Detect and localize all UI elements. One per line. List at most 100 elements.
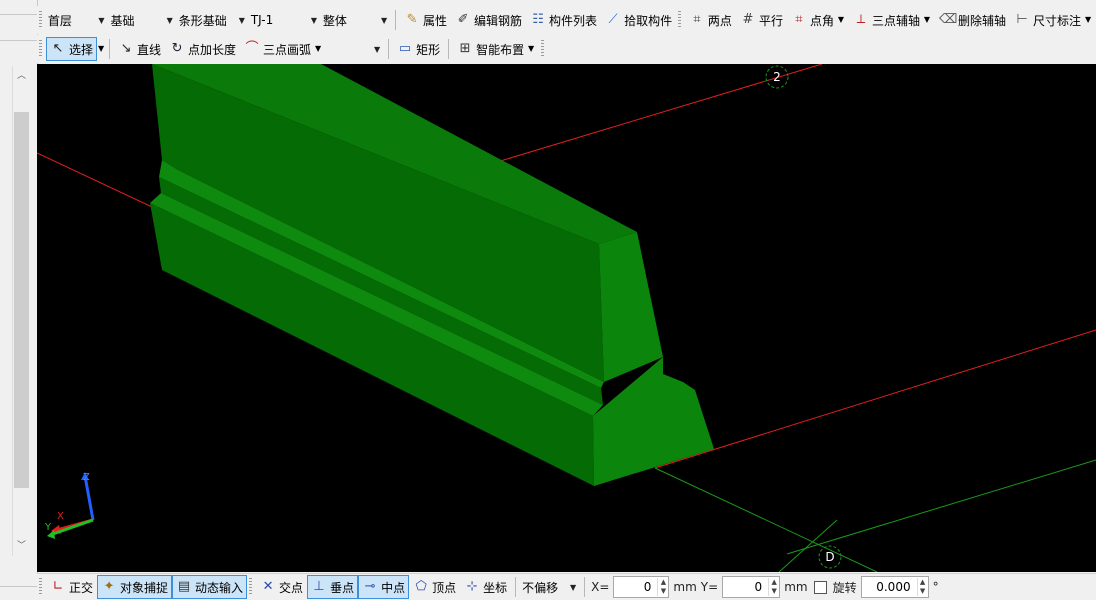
category-value: 基础: [110, 13, 135, 28]
select-button[interactable]: ↖ 选择: [46, 37, 98, 61]
smart-layout-button[interactable]: ⊞ 智能布置 ▼: [453, 37, 539, 61]
component-select[interactable]: TJ-1 ▼: [249, 10, 321, 30]
toolbar-grip[interactable]: [249, 578, 253, 596]
y-offset-input[interactable]: 0 ▲ ▼: [722, 576, 781, 598]
spinner-icon[interactable]: ▲ ▼: [768, 578, 779, 596]
spinner-icon[interactable]: ▲ ▼: [657, 578, 668, 596]
object-snap-button[interactable]: ✦ 对象捕捉: [97, 575, 173, 599]
chevron-down-icon[interactable]: ▼: [97, 41, 105, 57]
vertex-label: 顶点: [432, 580, 457, 595]
cursor-icon: ↖: [52, 41, 64, 56]
red-grid-line: [37, 152, 168, 215]
x-offset-input[interactable]: 0 ▲ ▼: [613, 576, 670, 598]
x-label: X=: [591, 580, 610, 594]
left-panel: ︿ ﹀: [0, 0, 38, 599]
list-icon: ☷: [532, 12, 544, 27]
y-axis-label: Y: [44, 522, 52, 533]
viewport-canvas[interactable]: 2 D Z X Y: [37, 64, 1096, 572]
chevron-down-icon: ▼: [923, 15, 931, 24]
dimension-button[interactable]: ⊢ 尺寸标注 ▼: [1010, 8, 1096, 32]
three-point-axis-label: 三点辅轴: [871, 13, 920, 28]
toolbar-separator: [388, 39, 390, 59]
dimension-label: 尺寸标注: [1033, 13, 1082, 28]
two-points-button[interactable]: ⌗ 两点: [685, 8, 736, 32]
chevron-down-icon: ▼: [373, 44, 381, 54]
chevron-down-icon: ▼: [166, 15, 173, 25]
parallel-button[interactable]: # 平行: [736, 8, 787, 32]
line-button[interactable]: ↘ 直线: [114, 37, 165, 61]
midpoint-snap-button[interactable]: ⊸ 中点: [358, 575, 410, 599]
rotate-value: 0.000: [876, 580, 911, 594]
point-angle-icon: ⌗: [795, 12, 803, 27]
ortho-label: 正交: [69, 580, 94, 595]
rectangle-button[interactable]: ▭ 矩形: [393, 37, 444, 61]
two-points-axis-icon: ⌗: [693, 12, 701, 27]
eyedropper-icon: ⟋: [608, 12, 618, 27]
coordinate-icon: ⊹: [466, 579, 478, 594]
arc-option-select[interactable]: ▼: [326, 39, 384, 59]
delete-axis-label: 删除辅轴: [957, 13, 1006, 28]
properties-button[interactable]: ✎ 属性: [400, 8, 451, 32]
edit-rebar-button[interactable]: ✐ 编辑钢筋: [451, 8, 526, 32]
y-unit: mm: [784, 580, 808, 594]
parallel-axis-icon: #: [742, 12, 754, 27]
properties-label: 属性: [423, 13, 448, 28]
panel-scrollbar[interactable]: ︿ ﹀: [12, 66, 30, 556]
toolbar-grip[interactable]: [39, 578, 42, 596]
scroll-up-icon[interactable]: ︿: [14, 68, 29, 84]
eraser-icon: ⌫: [938, 12, 958, 27]
green-grid-line: [654, 467, 878, 572]
floor-value: 首层: [47, 13, 72, 28]
grid-label-2: 2: [773, 70, 781, 84]
toolbar-grip[interactable]: [39, 40, 42, 58]
edit-rebar-label: 编辑钢筋: [474, 13, 523, 28]
point-angle-button[interactable]: ⌗ 点角 ▼: [787, 8, 849, 32]
dynamic-input-button[interactable]: ▤ 动态输入: [172, 575, 248, 599]
three-point-axis-button[interactable]: ⟂ 三点辅轴 ▼: [849, 8, 935, 32]
three-point-arc-button[interactable]: ⌒ 三点画弧 ▼: [240, 37, 326, 61]
chevron-down-icon: ▼: [1084, 15, 1092, 24]
point-length-icon: ↻: [171, 41, 183, 56]
panel-divider: [0, 14, 37, 15]
rotate-checkbox[interactable]: [813, 580, 827, 594]
perpendicular-snap-button[interactable]: ⊥ 垂点: [307, 575, 359, 599]
3d-viewport[interactable]: 2 D Z X Y: [37, 64, 1096, 572]
intersection-label: 交点: [279, 580, 304, 595]
ortho-icon: ∟: [52, 579, 64, 594]
pick-component-button[interactable]: ⟋ 拾取构件: [601, 8, 676, 32]
three-point-arc-label: 三点画弧: [263, 42, 312, 57]
scroll-down-icon[interactable]: ﹀: [14, 538, 29, 554]
arc-icon: ⌒: [245, 41, 259, 56]
component-list-button[interactable]: ☷ 构件列表: [526, 8, 601, 32]
floor-select[interactable]: 首层 ▼: [46, 10, 109, 30]
parallel-label: 平行: [758, 13, 783, 28]
toolbar-separator: [395, 10, 397, 30]
draw-toolbar: ↖ 选择 ▼ ↘ 直线 ↻ 点加长度 ⌒ 三点画弧 ▼ ▼ ▭ 矩形 ⊞ 智能布置 ▼: [37, 35, 1096, 63]
toolbar-grip[interactable]: [678, 11, 681, 29]
chevron-down-icon: ▼: [380, 15, 388, 25]
snap-icon: ✦: [103, 579, 115, 594]
point-length-button[interactable]: ↻ 点加长度: [165, 37, 240, 61]
component-list-label: 构件列表: [549, 13, 598, 28]
object-snap-label: 对象捕捉: [120, 580, 169, 595]
vertex-snap-button[interactable]: ⬠ 顶点: [409, 575, 460, 599]
intersection-snap-button[interactable]: ✕ 交点: [256, 575, 307, 599]
component-type-select[interactable]: 条形基础 ▼: [177, 10, 249, 30]
component-type-value: 条形基础: [178, 13, 227, 28]
delete-axis-button[interactable]: ⌫ 删除辅轴: [935, 8, 1010, 32]
toolbar-separator: [515, 577, 517, 597]
smart-layout-icon: ⊞: [459, 41, 471, 56]
rotate-input[interactable]: 0.000 ▲ ▼: [860, 576, 929, 598]
dynamic-input-label: 动态输入: [195, 580, 244, 595]
coordinate-snap-button[interactable]: ⊹ 坐标: [460, 575, 511, 599]
ortho-button[interactable]: ∟ 正交: [46, 575, 97, 599]
offset-mode-select[interactable]: 不偏移 ▼: [520, 577, 580, 597]
panel-divider: [0, 586, 37, 587]
toolbar-grip[interactable]: [541, 40, 545, 58]
scroll-thumb[interactable]: [14, 112, 29, 488]
spinner-icon[interactable]: ▲ ▼: [916, 578, 928, 596]
properties-icon: ✎: [406, 12, 418, 27]
toolbar-grip[interactable]: [39, 11, 42, 29]
category-select[interactable]: 基础 ▼: [108, 10, 176, 30]
mode-select[interactable]: 整体 ▼: [321, 10, 391, 30]
